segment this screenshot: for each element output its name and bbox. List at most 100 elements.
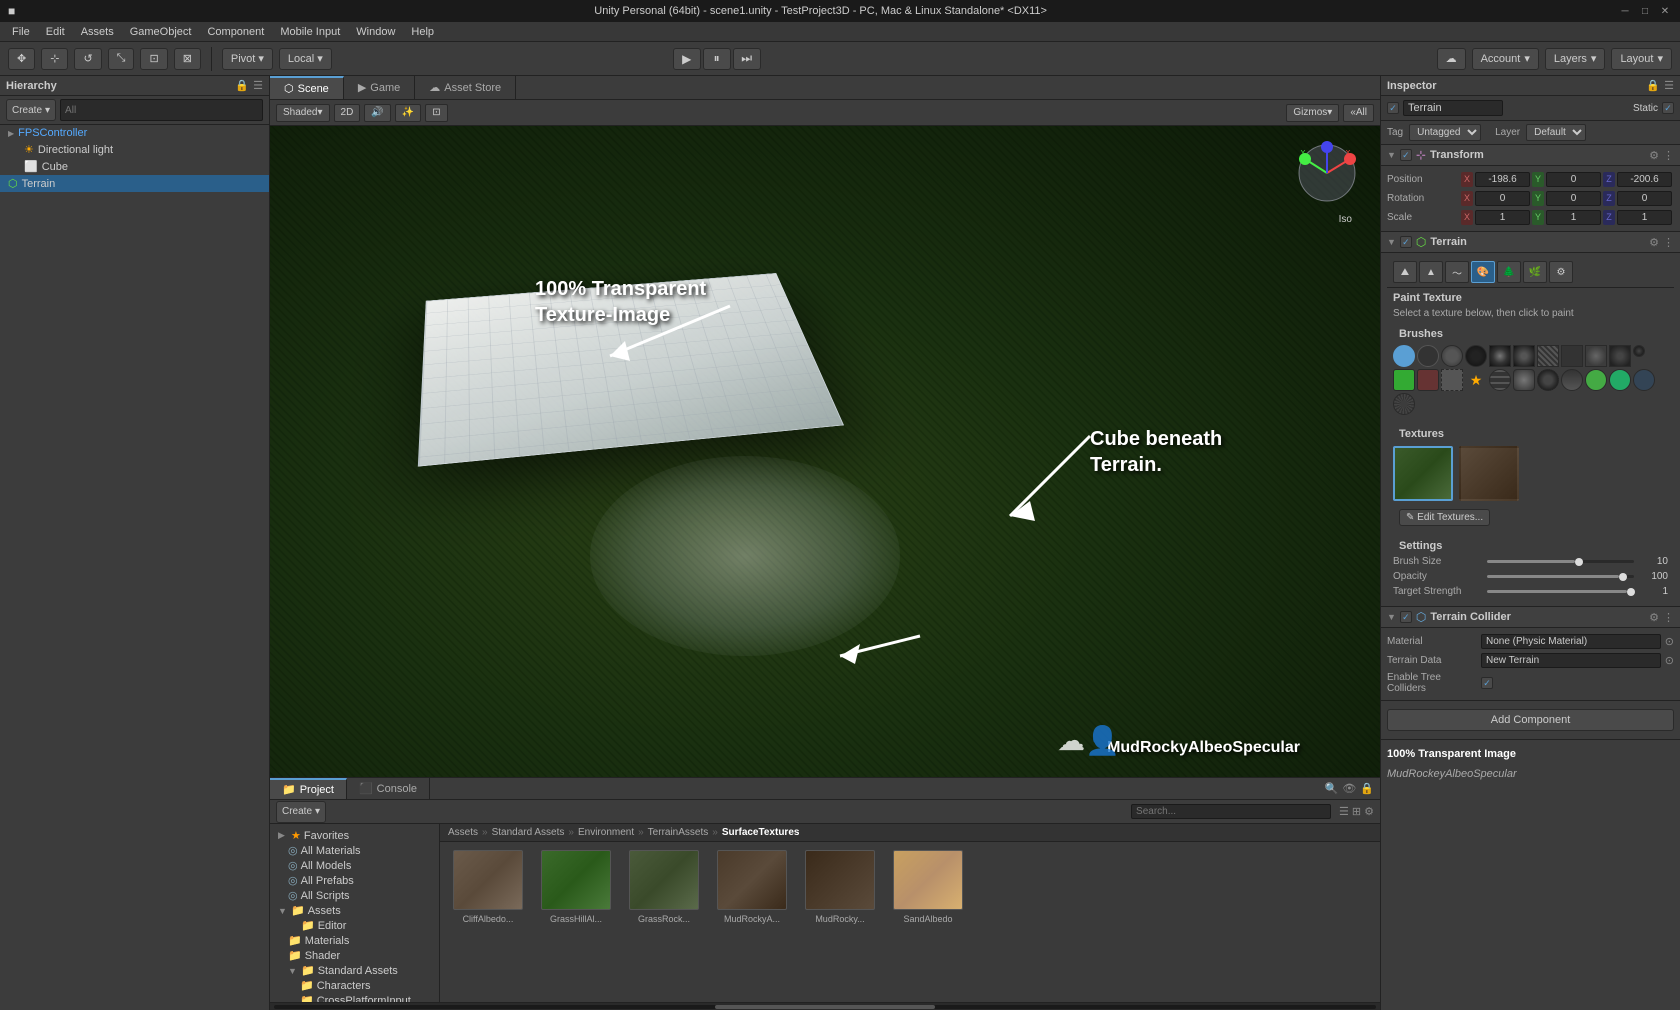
scrollbar-thumb[interactable] <box>715 1005 935 1009</box>
asset-cliff[interactable]: CliffAlbedo... <box>448 850 528 924</box>
project-create-button[interactable]: Create ▾ <box>276 801 326 823</box>
brush-15[interactable] <box>1489 369 1511 391</box>
all-gizmos[interactable]: «All <box>1343 104 1374 122</box>
hierarchy-item-dirlight[interactable]: ☀ Directional light <box>0 141 269 158</box>
enable-tree-checkbox[interactable] <box>1481 677 1493 689</box>
tree-shader[interactable]: 📁 Shader <box>270 948 439 963</box>
twod-button[interactable]: 2D <box>334 104 361 122</box>
collider-header[interactable]: ▼ ⬡ Terrain Collider ⚙ ⋮ <box>1381 607 1680 628</box>
brush-3[interactable] <box>1441 345 1463 367</box>
tag-select[interactable]: Untagged <box>1409 124 1481 141</box>
tree-all-models[interactable]: ◎ All Models <box>270 858 439 873</box>
rot-y-input[interactable] <box>1546 191 1601 206</box>
maximize-button[interactable]: □ <box>1638 4 1652 18</box>
brush-14[interactable] <box>1441 369 1463 391</box>
audio-toggle[interactable]: 🔊 <box>364 104 390 122</box>
hierarchy-search-input[interactable] <box>60 99 263 121</box>
brush-4[interactable] <box>1465 345 1487 367</box>
move-tool-button[interactable]: ⊹ <box>41 48 68 70</box>
terrain-component-checkbox[interactable] <box>1400 236 1412 248</box>
terrain-data-input[interactable] <box>1481 653 1661 668</box>
inspector-lock-icon[interactable]: 🔒 <box>1646 79 1660 92</box>
texture-grass[interactable] <box>1393 446 1453 501</box>
place-trees-tool[interactable]: 🌲 <box>1497 261 1521 283</box>
tab-console[interactable]: ⬛ Console <box>347 778 430 799</box>
hierarchy-item-fps[interactable]: ▶ FPSController <box>0 125 269 141</box>
menu-edit[interactable]: Edit <box>38 22 73 42</box>
pos-z-input[interactable] <box>1617 172 1672 187</box>
project-grid-view[interactable]: ⊞ <box>1352 805 1361 818</box>
rect-tool-button[interactable]: ⊡ <box>140 48 167 70</box>
tab-asset-store[interactable]: ☁ Asset Store <box>415 76 516 99</box>
edit-textures-button[interactable]: ✎ Edit Textures... <box>1399 509 1490 526</box>
hierarchy-item-terrain[interactable]: ⬡ Terrain <box>0 175 269 192</box>
brush-20[interactable] <box>1609 369 1631 391</box>
tree-assets[interactable]: ▼ 📁 Assets <box>270 903 439 918</box>
layers-button[interactable]: Layers ▾ <box>1545 48 1606 70</box>
brush-8[interactable] <box>1561 345 1583 367</box>
project-scrollbar-h[interactable] <box>270 1002 1380 1010</box>
collider-settings[interactable]: ⚙ <box>1649 611 1659 624</box>
asset-grassrock[interactable]: GrassRock... <box>624 850 704 924</box>
transform-checkbox[interactable] <box>1400 149 1412 161</box>
collider-more[interactable]: ⋮ <box>1663 611 1674 624</box>
collider-checkbox[interactable] <box>1400 611 1412 623</box>
rot-z-input[interactable] <box>1617 191 1672 206</box>
breadcrumb-environment[interactable]: Environment <box>578 827 634 838</box>
brush-1[interactable] <box>1393 345 1415 367</box>
project-settings-icon[interactable]: ⚙ <box>1364 805 1374 818</box>
brush-19[interactable] <box>1585 369 1607 391</box>
terrain-data-pick-icon[interactable]: ⊙ <box>1665 654 1674 667</box>
gizmos-button[interactable]: Gizmos ▾ <box>1286 104 1339 122</box>
project-list-view[interactable]: ☰ <box>1339 805 1349 818</box>
menu-mobileinput[interactable]: Mobile Input <box>272 22 348 42</box>
menu-help[interactable]: Help <box>403 22 442 42</box>
static-checkbox[interactable] <box>1662 102 1674 114</box>
shading-dropdown[interactable]: Shaded ▾ <box>276 104 330 122</box>
account-button[interactable]: Account ▾ <box>1472 48 1539 70</box>
brush-17[interactable] <box>1537 369 1559 391</box>
brush-star[interactable]: ★ <box>1465 369 1487 391</box>
hierarchy-lock-icon[interactable]: 🔒 <box>235 79 249 92</box>
hierarchy-item-cube[interactable]: ⬜ Cube <box>0 158 269 175</box>
brush-5[interactable] <box>1489 345 1511 367</box>
hierarchy-create-button[interactable]: Create ▾ <box>6 99 56 121</box>
hierarchy-menu-icon[interactable]: ☰ <box>253 79 263 92</box>
brush-10[interactable] <box>1609 345 1631 367</box>
texture-mud[interactable] <box>1459 446 1519 501</box>
scene-extras[interactable]: ⊡ <box>425 104 447 122</box>
brush-9[interactable] <box>1585 345 1607 367</box>
brush-size-thumb[interactable] <box>1575 558 1583 566</box>
breadcrumb-surface[interactable]: SurfaceTextures <box>722 827 800 838</box>
scale-x-input[interactable] <box>1475 210 1530 225</box>
brush-2[interactable] <box>1417 345 1439 367</box>
brush-6[interactable] <box>1513 345 1535 367</box>
breadcrumb-standard[interactable]: Standard Assets <box>492 827 565 838</box>
tree-editor[interactable]: 📁 Editor <box>270 918 439 933</box>
tree-characters[interactable]: 📁 Characters <box>270 978 439 993</box>
transform-header[interactable]: ▼ ⊹ Transform ⚙ ⋮ <box>1381 145 1680 166</box>
tree-all-scripts[interactable]: ◎ All Scripts <box>270 888 439 903</box>
asset-mudrockyw[interactable]: MudRocky... <box>800 850 880 924</box>
menu-window[interactable]: Window <box>348 22 403 42</box>
tree-favorites[interactable]: ▶ ★ Favorites <box>270 828 439 843</box>
layer-select[interactable]: Default <box>1526 124 1586 141</box>
local-button[interactable]: Local ▾ <box>279 48 332 70</box>
project-eye-icon[interactable]: 👁 <box>1342 782 1356 795</box>
brush-7[interactable] <box>1537 345 1559 367</box>
smooth-height-tool[interactable]: 〜 <box>1445 261 1469 283</box>
tab-game[interactable]: ▶ Game <box>344 76 415 99</box>
pause-button[interactable]: ⏸ <box>703 48 731 70</box>
terrain-component-header[interactable]: ▼ ⬡ Terrain ⚙ ⋮ <box>1381 232 1680 253</box>
brush-18[interactable] <box>1561 369 1583 391</box>
scale-tool-button[interactable]: ⤡ <box>108 48 135 70</box>
material-pick-icon[interactable]: ⊙ <box>1665 635 1674 648</box>
terrain-active-checkbox[interactable] <box>1387 102 1399 114</box>
project-lock-icon[interactable]: 🔒 <box>1360 782 1374 795</box>
asset-grasshill[interactable]: GrassHillAl... <box>536 850 616 924</box>
menu-component[interactable]: Component <box>199 22 272 42</box>
raise-lower-tool[interactable]: ⛰ <box>1393 261 1417 283</box>
target-strength-thumb[interactable] <box>1627 588 1635 596</box>
asset-sand[interactable]: SandAlbedo <box>888 850 968 924</box>
scale-z-input[interactable] <box>1617 210 1672 225</box>
